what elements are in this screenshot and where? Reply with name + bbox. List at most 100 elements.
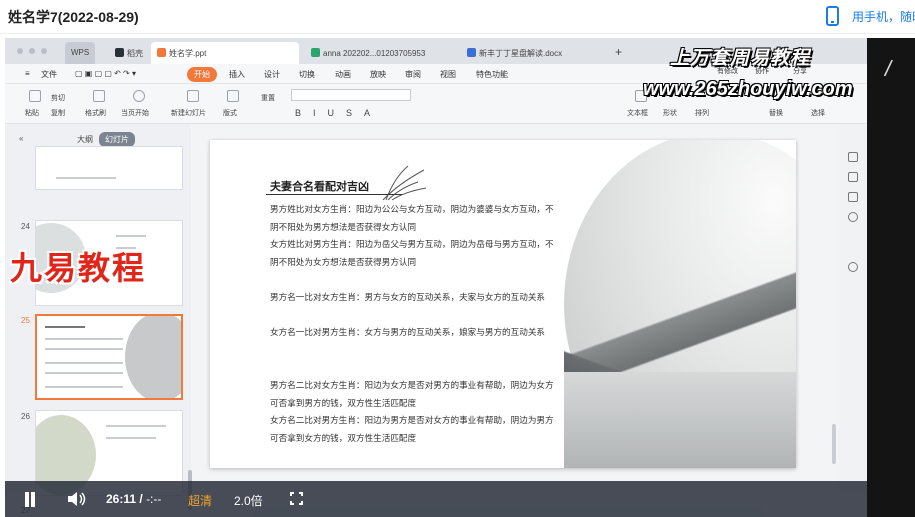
history-icon[interactable]: [848, 212, 858, 222]
lake-mist: [564, 372, 796, 468]
menu-insert[interactable]: 插入: [229, 69, 245, 80]
thumb-text-line: [45, 362, 123, 364]
video-player[interactable]: WPS 稻壳 姓名学.ppt anna 202202...01203705953…: [5, 38, 867, 517]
template-icon: [115, 48, 124, 57]
page-title: 姓名学7(2022-08-29): [8, 9, 139, 25]
slide-thumbnail-selected[interactable]: [35, 314, 183, 400]
quick-access-icons[interactable]: ▢ ▣ ▢ ▢ ↶ ↷ ▾: [75, 69, 136, 78]
new-tab-button[interactable]: +: [609, 39, 628, 61]
slide-paragraph: 男方姓比对女方生肖：阳边为公公与女方互动，阴边为婆婆与女方互动，不阴不阳处为男方…: [270, 205, 554, 233]
pause-icon[interactable]: [23, 492, 37, 507]
font-name-select[interactable]: [291, 89, 411, 101]
thumb-text-line: [45, 326, 85, 328]
cut-button[interactable]: 剪切: [51, 93, 65, 103]
slide-paragraph: 女方姓比对男方生肖：阳边为岳父与男方互动，阴边为岳母与男方互动，不阴不阳处为女方…: [270, 240, 554, 268]
select-button[interactable]: 选择: [811, 108, 825, 118]
menu-design[interactable]: 设计: [264, 69, 280, 80]
tab-wps[interactable]: WPS: [65, 42, 96, 64]
layout-button[interactable]: 版式: [223, 108, 237, 118]
slide-paragraph: 男方名二比对女方生肖：阳边为女方是否对男方的事业有帮助，阴边为女方可否拿到男方的…: [270, 381, 554, 409]
tab-template[interactable]: 稻壳: [109, 42, 149, 64]
image-icon[interactable]: [848, 172, 858, 182]
menu-file[interactable]: 文件: [41, 69, 57, 80]
play-from-current-button[interactable]: 当页开始: [121, 108, 149, 118]
slide-canvas[interactable]: 夫妻合名看配对吉凶 男方姓比对女方生肖：阳边为公公与女方互动，阴边为婆婆与女方互…: [210, 140, 796, 468]
menu-view[interactable]: 视图: [440, 69, 456, 80]
menu-review[interactable]: 审阅: [405, 69, 421, 80]
new-slide-icon[interactable]: [187, 90, 199, 102]
layout-icon[interactable]: [227, 90, 239, 102]
tab-doc-file[interactable]: 新丰丁丁星盘解读.docx: [461, 42, 581, 64]
quality-button[interactable]: 超清: [188, 492, 212, 509]
window-dot-icon: [17, 48, 23, 54]
sheet-file-icon: [311, 48, 320, 57]
thumb-text-line: [106, 425, 166, 427]
help-icon[interactable]: [848, 262, 858, 272]
textbox-button[interactable]: 文本框: [627, 108, 648, 118]
thumb-text-line: [56, 177, 116, 179]
fullscreen-icon[interactable]: [290, 492, 303, 505]
doc-file-icon: [467, 48, 476, 57]
menu-home[interactable]: 开始: [187, 67, 217, 82]
watermark-title: 上万套周易教程: [670, 48, 811, 69]
thumb-text-line: [45, 372, 123, 374]
thumb-text-line: [106, 437, 156, 439]
thumb-text-line: [45, 348, 123, 350]
volume-icon[interactable]: [67, 491, 87, 507]
tab-label: anna 202202...01203705953: [323, 49, 426, 58]
tab-ppt-file[interactable]: 姓名学.ppt: [151, 42, 299, 64]
landscape-painting: [564, 140, 796, 468]
slide-paragraph: 男方名一比对女方生肖：男方与女方的互动关系，夫家与女方的互动关系: [270, 293, 546, 303]
right-task-pane: [839, 124, 867, 494]
slide-thumbnail[interactable]: [35, 146, 183, 190]
menu-features[interactable]: 特色功能: [476, 69, 508, 80]
phone-icon[interactable]: [826, 6, 839, 26]
menu-animation[interactable]: 动画: [335, 69, 351, 80]
collapse-panel-icon[interactable]: «: [19, 134, 23, 143]
paste-button[interactable]: 粘贴: [25, 108, 39, 118]
video-controls: 26:11 / -:-- 超清 2.0倍: [5, 481, 867, 517]
menu-slideshow[interactable]: 放映: [370, 69, 386, 80]
tab-label: 姓名学.ppt: [169, 49, 207, 58]
page-header: 姓名学7(2022-08-29) 用手机，随时: [0, 0, 915, 34]
properties-icon[interactable]: [848, 192, 858, 202]
slide-thumbnail-panel: « 大纲 幻灯片 24 25 26: [5, 124, 192, 515]
new-slide-button[interactable]: 新建幻灯片: [171, 108, 206, 118]
tab-outline[interactable]: 大纲: [77, 134, 93, 145]
copy-button[interactable]: 复制: [51, 108, 65, 118]
phone-view-link[interactable]: 用手机，随时: [852, 8, 915, 25]
slide-paragraph: 女方名二比对男方生肖：阳边为男方是否对女方的事业有帮助，阴边为男方可否拿到女方的…: [270, 416, 554, 444]
tab-label: 新丰丁丁星盘解读.docx: [479, 49, 563, 58]
ppt-file-icon: [157, 48, 166, 57]
slide-scrollbar[interactable]: [832, 424, 836, 464]
screen: 姓名学7(2022-08-29) 用手机，随时 WPS 稻壳 姓名学.ppt a…: [0, 0, 915, 517]
arrange-button[interactable]: 排列: [695, 108, 709, 118]
video-letterbox: /: [867, 38, 915, 517]
window-dot-icon: [41, 48, 47, 54]
thumb-text-line: [45, 338, 123, 340]
duration: -:--: [146, 492, 162, 506]
tab-label: 稻壳: [127, 49, 143, 58]
time-separator: /: [139, 492, 143, 506]
format-painter-button[interactable]: 格式刷: [85, 108, 106, 118]
font-style-buttons[interactable]: BIUSA: [295, 108, 382, 118]
settings-icon[interactable]: [848, 152, 858, 162]
play-icon[interactable]: [133, 90, 145, 102]
time-display: 26:11 / -:--: [106, 492, 161, 506]
tab-spreadsheet-file[interactable]: anna 202202...01203705953: [305, 42, 455, 64]
menu-transition[interactable]: 切换: [299, 69, 315, 80]
paste-icon[interactable]: [29, 90, 41, 102]
reset-button[interactable]: 重置: [261, 93, 275, 103]
window-dot-icon: [29, 48, 35, 54]
slide-number: 24: [21, 222, 30, 231]
hamburger-icon[interactable]: ≡: [25, 69, 30, 78]
tab-slides[interactable]: 幻灯片: [99, 132, 135, 147]
slide-number: 25: [21, 316, 30, 325]
shape-button[interactable]: 形状: [663, 108, 677, 118]
title-underline: [266, 194, 402, 195]
speed-button[interactable]: 2.0倍: [234, 492, 263, 509]
format-painter-icon[interactable]: [93, 90, 105, 102]
replace-button[interactable]: 替换: [769, 108, 783, 118]
thumb-text-line: [116, 235, 146, 237]
slide-number: 26: [21, 412, 30, 421]
